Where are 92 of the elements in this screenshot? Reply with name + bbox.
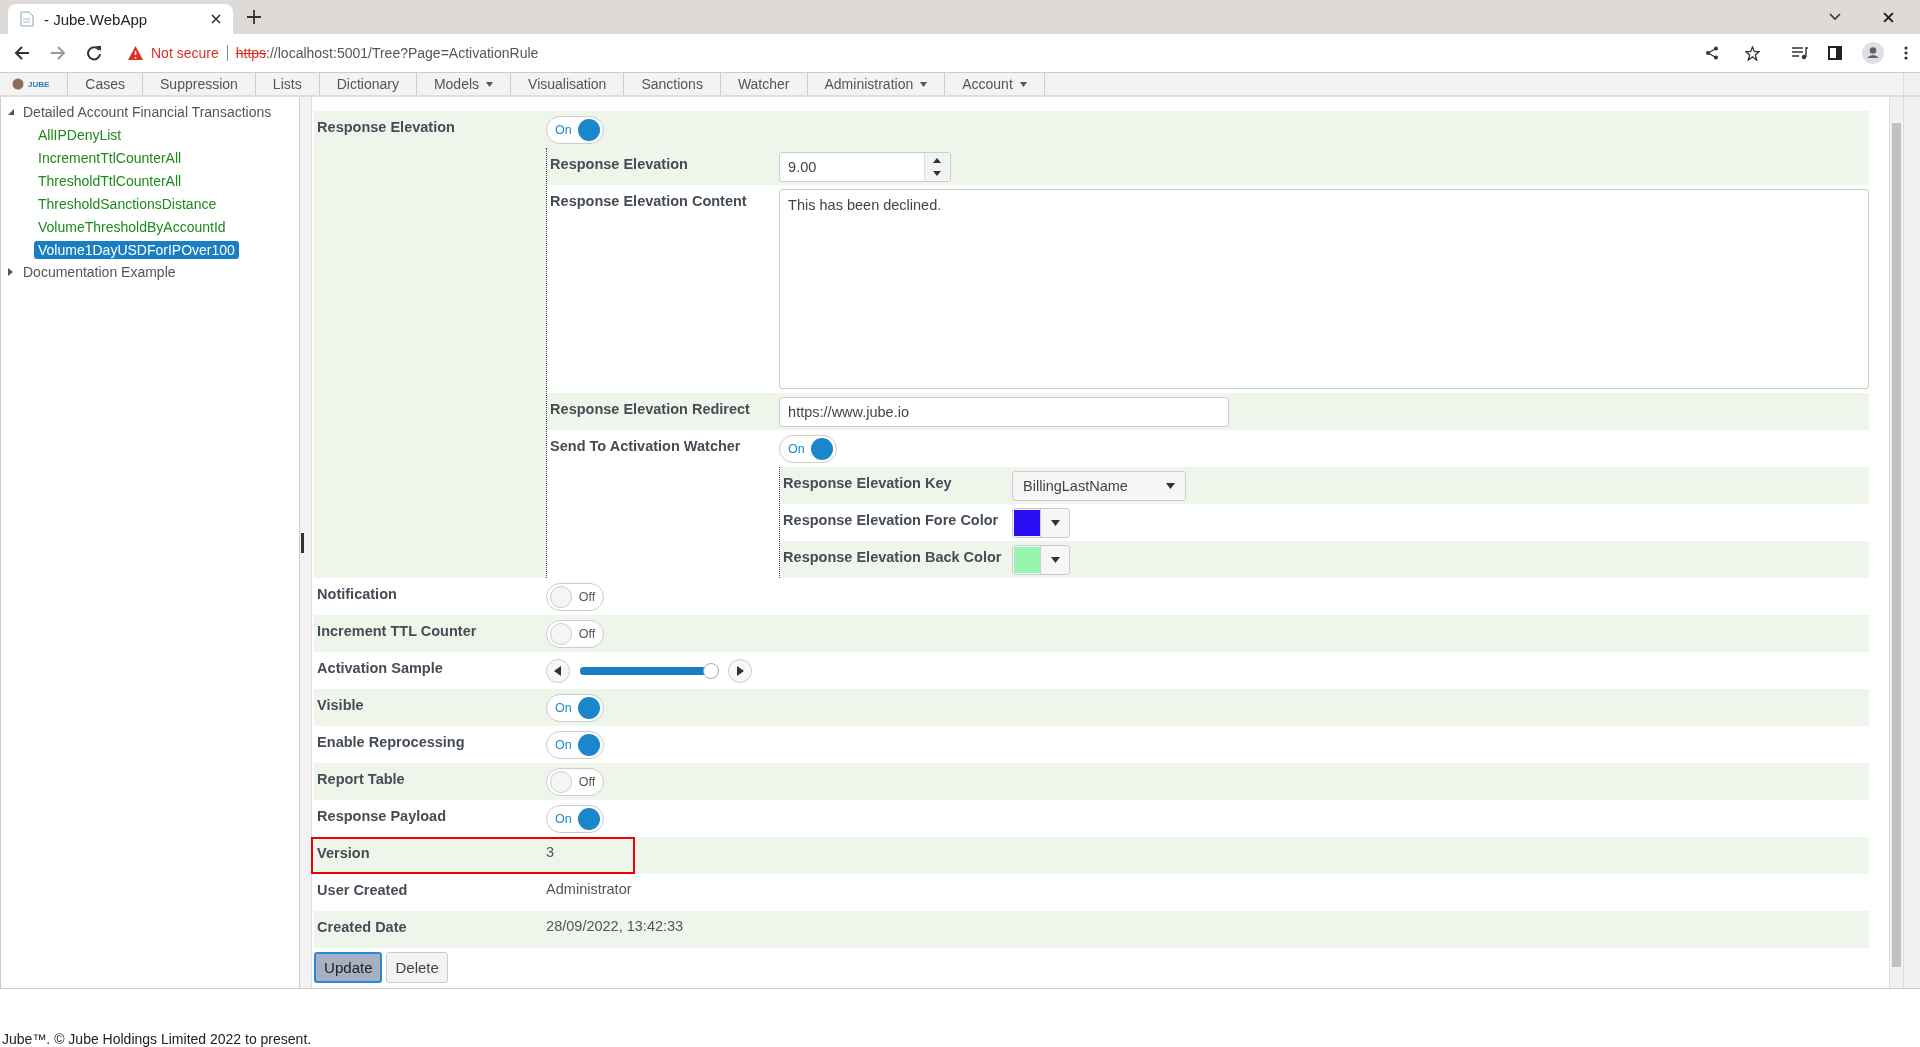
slider-left-button[interactable] xyxy=(546,658,571,683)
splitter-handle[interactable] xyxy=(301,532,305,553)
tree-item[interactable]: ThresholdTtlCounterAll xyxy=(34,171,186,190)
security-label: Not secure xyxy=(151,45,219,61)
nav-menu-item[interactable]: Watcher xyxy=(720,73,808,95)
page-scrollbar[interactable] xyxy=(1903,97,1920,988)
field-label: Response Elevation Content xyxy=(549,192,748,211)
document-icon xyxy=(20,11,34,27)
caret-icon xyxy=(1019,81,1027,87)
collapsed-triangle-icon[interactable] xyxy=(7,268,15,276)
slider-right-button[interactable] xyxy=(728,658,753,683)
reload-icon[interactable] xyxy=(86,45,102,61)
field-label: Response Elevation Fore Color xyxy=(782,511,1000,530)
nav-menu-item[interactable]: Lists xyxy=(255,73,320,95)
field-label: Response Elevation Redirect xyxy=(549,400,751,419)
nav-menu-item[interactable]: Cases xyxy=(68,73,144,95)
tree-item[interactable]: IncrementTtlCounterAll xyxy=(34,148,186,167)
field-label: Report Table xyxy=(316,770,406,789)
field-value: 3 xyxy=(546,844,555,860)
forward-icon[interactable] xyxy=(50,45,66,61)
toggle-switch[interactable]: On xyxy=(546,115,605,144)
share-icon[interactable] xyxy=(1705,46,1719,60)
tree-folder[interactable]: Detailed Account Financial Transactions xyxy=(23,104,272,120)
nav-menu-item[interactable]: Visualisation xyxy=(511,73,625,95)
caret-icon xyxy=(1050,519,1060,526)
toggle-switch[interactable]: On xyxy=(546,730,605,759)
field-label: Notification xyxy=(316,585,398,604)
field-label: Activation Sample xyxy=(316,659,444,678)
back-icon[interactable] xyxy=(14,45,30,61)
field-label: Created Date xyxy=(316,918,408,937)
sidebar-icon[interactable] xyxy=(1828,46,1842,60)
expanded-triangle-icon[interactable] xyxy=(7,108,15,116)
field-label: Version xyxy=(316,844,371,863)
caret-icon xyxy=(486,81,494,87)
menu-icon[interactable] xyxy=(1904,46,1908,60)
field-label: User Created xyxy=(316,881,409,900)
tree-item[interactable]: AllIPDenyList xyxy=(34,125,126,144)
field-label: Visible xyxy=(316,696,365,715)
warning-icon xyxy=(128,46,143,60)
field-label: Response Elevation xyxy=(316,118,456,137)
toggle-switch[interactable]: On xyxy=(546,804,605,833)
close-icon[interactable] xyxy=(1883,11,1894,23)
field-label: Response Elevation Key xyxy=(782,474,953,493)
scrollbar[interactable] xyxy=(1889,97,1904,988)
triangle-left-icon xyxy=(554,665,563,676)
star-icon[interactable] xyxy=(1745,45,1760,61)
spin-arrows-icon[interactable] xyxy=(924,152,951,181)
nav-menu-item[interactable]: Administration xyxy=(807,73,946,95)
field-value: Administrator xyxy=(546,881,632,897)
nav-menu-item[interactable]: Sanctions xyxy=(624,73,721,95)
number-field[interactable]: 9.00 xyxy=(779,151,952,182)
caret-icon xyxy=(1166,482,1176,489)
update-button[interactable]: Update xyxy=(314,952,383,983)
url-text: https://localhost:5001/Tree?Page=ActivationRule xyxy=(235,45,539,61)
tree-folder[interactable]: Documentation Example xyxy=(23,264,176,280)
field-label: Send To Activation Watcher xyxy=(549,437,742,456)
toggle-switch[interactable]: Off xyxy=(546,619,605,648)
color-picker[interactable] xyxy=(1012,544,1071,575)
toggle-switch[interactable]: On xyxy=(779,434,838,463)
nav-menu-item[interactable]: Models xyxy=(416,73,512,95)
media-list-icon[interactable] xyxy=(1792,46,1808,60)
toggle-switch[interactable]: Off xyxy=(546,767,605,796)
close-icon[interactable] xyxy=(211,14,221,24)
tab-title: - Jube.WebApp xyxy=(44,10,149,28)
nav-menu-item[interactable]: Dictionary xyxy=(319,73,417,95)
logo[interactable]: JUBE xyxy=(0,73,69,95)
tree-item[interactable]: Volume1DayUSDForIPOver100 xyxy=(34,240,239,259)
text-area[interactable]: This has been declined. xyxy=(779,189,1870,389)
color-picker[interactable] xyxy=(1012,507,1071,538)
field-label: Response Elevation xyxy=(549,155,689,174)
field-label: Response Elevation Back Color xyxy=(782,548,1003,567)
tree-item[interactable]: ThresholdSanctionsDistance xyxy=(34,194,221,213)
text-field[interactable]: https://www.jube.io xyxy=(779,396,1230,427)
footer-text: Jube™. © Jube Holdings Limited 2022 to present. xyxy=(2,1031,312,1047)
new-tab-icon[interactable] xyxy=(247,10,261,24)
triangle-right-icon xyxy=(736,665,745,676)
dropdown[interactable]: BillingLastName xyxy=(1012,470,1187,501)
browser-tab[interactable]: - Jube.WebApp xyxy=(8,4,233,34)
caret-icon xyxy=(1050,556,1060,563)
chevron-down-icon[interactable] xyxy=(1829,13,1841,21)
caret-icon xyxy=(920,81,928,87)
nav-menu-item[interactable]: Account xyxy=(945,73,1045,95)
delete-button[interactable]: Delete xyxy=(386,952,448,983)
tree-item[interactable]: VolumeThresholdByAccountId xyxy=(34,217,230,236)
profile-icon[interactable] xyxy=(1862,42,1884,64)
field-label: Enable Reprocessing xyxy=(316,733,466,752)
toggle-switch[interactable]: Off xyxy=(546,582,605,611)
field-value: 28/09/2022, 13:42:33 xyxy=(546,918,684,934)
field-label: Response Payload xyxy=(316,807,448,826)
field-label: Increment TTL Counter xyxy=(316,622,478,641)
nav-menu-item[interactable]: Suppression xyxy=(143,73,256,95)
toggle-switch[interactable]: On xyxy=(546,693,605,722)
